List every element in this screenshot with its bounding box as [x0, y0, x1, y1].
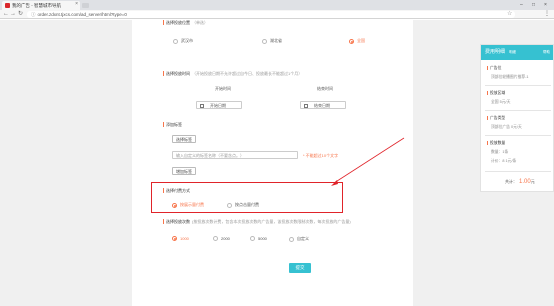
- fee-section-extra: 计价：8 1元/条: [491, 159, 517, 163]
- radio-icon: [172, 236, 177, 241]
- divider: [485, 135, 551, 136]
- divider: [485, 171, 551, 172]
- radio-icon: [289, 236, 294, 242]
- fee-section-title: 投放数量: [487, 141, 505, 146]
- fee-section-value: 顶部位轮播图片推荐-1: [491, 75, 529, 79]
- annotation-arrow: [331, 137, 405, 186]
- arrow-line: [333, 137, 405, 184]
- fee-total: 共计： 1.00元: [505, 179, 535, 185]
- arrow-head: [331, 180, 338, 186]
- fee-section-title: 广告位: [487, 66, 501, 71]
- impressions-option-custom[interactable]: 自定义: [289, 236, 309, 242]
- radio-icon: [213, 236, 218, 241]
- fee-panel-help[interactable]: 帮助: [543, 45, 550, 60]
- divider: [485, 110, 551, 111]
- fee-panel-header: 费用明细 明细 帮助: [481, 45, 553, 60]
- fee-total-amount: 1.00: [519, 179, 531, 185]
- fee-section-value: 全国 5元/天: [491, 100, 511, 104]
- fee-section-value: 数量：1条: [491, 150, 509, 154]
- impressions-label: 选择投放次数 (按投放次数计费，包含本次投放次数的广告量，该投放次数限制次数，每次…: [163, 219, 351, 225]
- fee-section-title: 投放区域: [487, 91, 505, 96]
- section-marker: [163, 219, 164, 225]
- fee-section-title: 广告类型: [487, 116, 505, 121]
- impressions-option-5000[interactable]: 5000: [250, 236, 267, 241]
- fee-panel: 费用明细 明细 帮助 广告位 顶部位轮播图片推荐-1 投放区域 全国 5元/天 广…: [480, 44, 554, 192]
- fee-panel-subtitle: 明细: [509, 50, 517, 54]
- submit-button[interactable]: 提交: [289, 263, 311, 273]
- impressions-option-1000[interactable]: 1000: [172, 236, 189, 241]
- fee-panel-title: 费用明细: [485, 49, 506, 55]
- impressions-option-2000[interactable]: 2000: [213, 236, 230, 241]
- fee-section-value: 顶部位广告 0元/天: [491, 125, 522, 129]
- radio-icon: [250, 236, 255, 241]
- divider: [485, 85, 551, 86]
